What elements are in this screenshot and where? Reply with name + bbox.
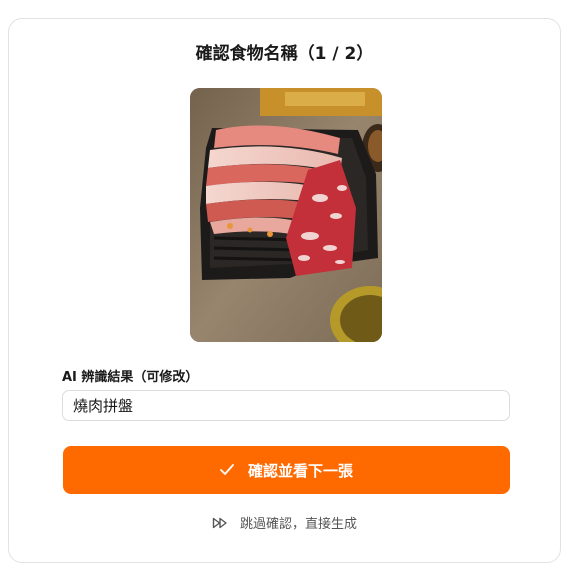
fast-forward-icon xyxy=(212,517,228,529)
confirm-food-dialog: 確認食物名稱（1 / 2） AI 辨識結果（可修改） 燒肉拼盤 確認並看下一張 … xyxy=(8,18,561,563)
skip-confirm-link[interactable]: 跳過確認，直接生成 xyxy=(9,513,560,532)
food-photo xyxy=(190,88,382,342)
dialog-title: 確認食物名稱（1 / 2） xyxy=(195,44,374,64)
recognition-result-label: AI 辨識結果（可修改） xyxy=(62,370,199,385)
confirm-next-button[interactable]: 確認並看下一張 xyxy=(63,446,510,494)
skip-confirm-label: 跳過確認，直接生成 xyxy=(239,517,357,532)
check-icon xyxy=(220,464,234,476)
food-name-input[interactable] xyxy=(62,390,510,421)
confirm-next-label: 確認並看下一張 xyxy=(247,461,353,480)
